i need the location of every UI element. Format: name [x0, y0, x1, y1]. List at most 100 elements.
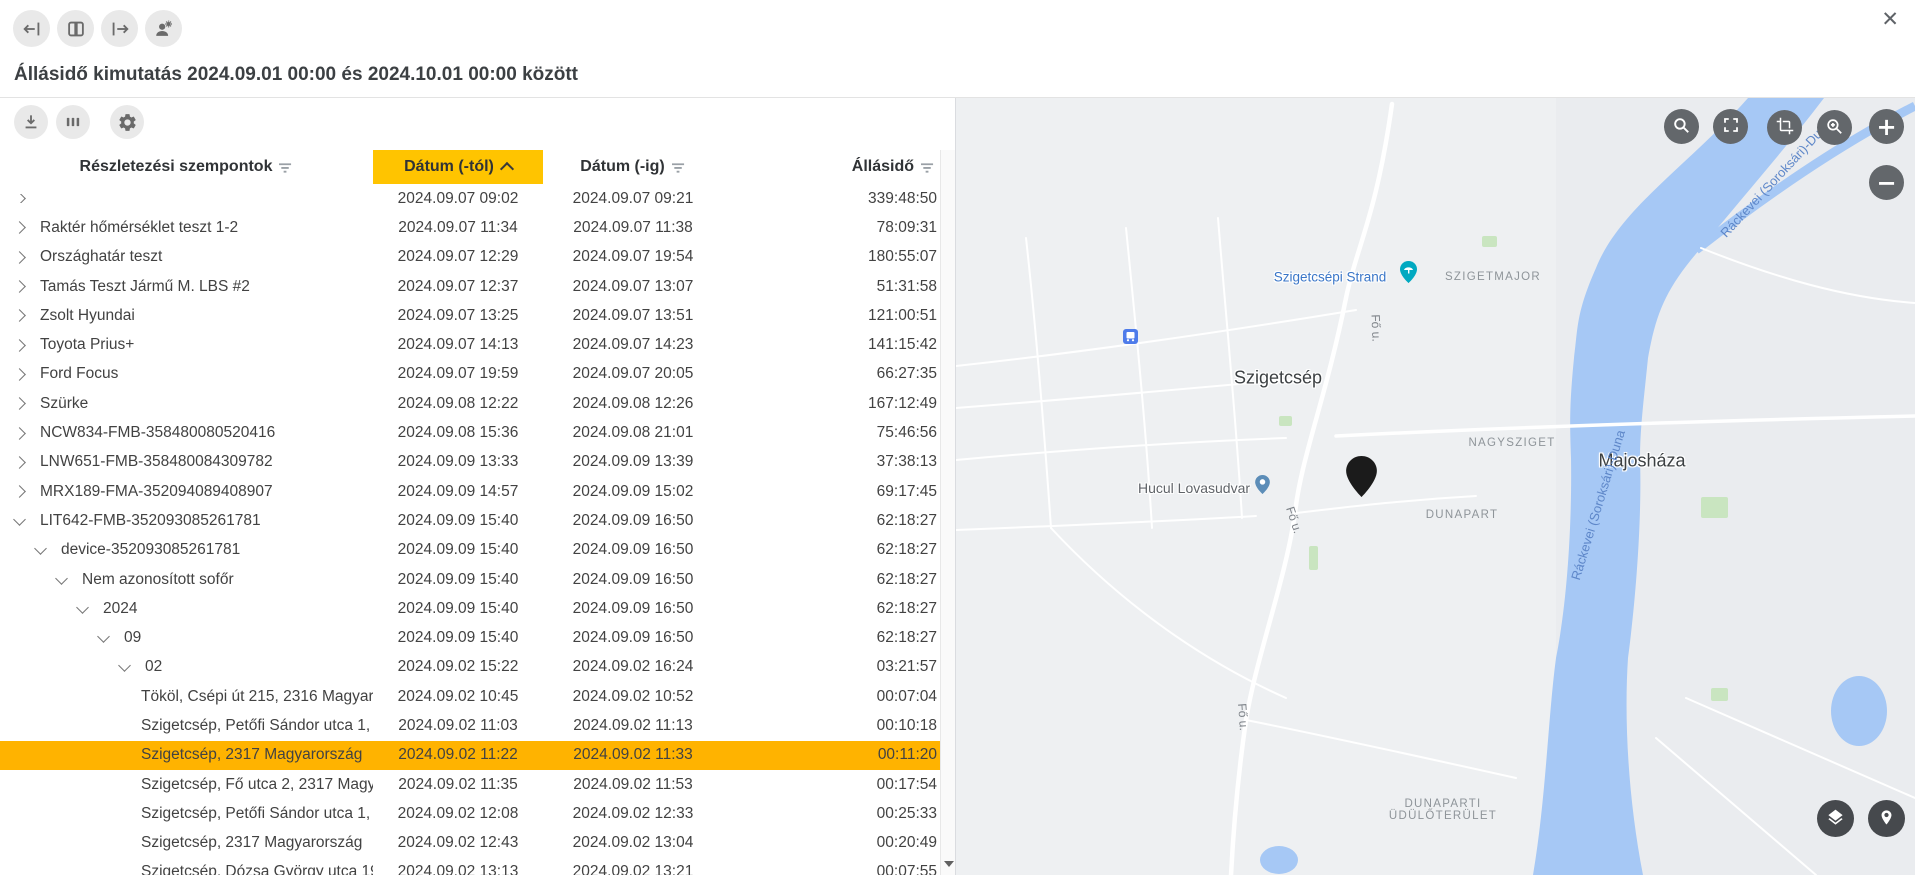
expander-chevron-icon[interactable] — [15, 458, 40, 467]
map-zoom-out-button[interactable]: − — [1869, 165, 1904, 200]
table-row[interactable]: Szigetcsép, 2317 Magyarország 2024.09.02… — [0, 741, 941, 770]
column-header-idle-time[interactable]: Állásidő — [723, 150, 941, 184]
arrow-to-bar-left-icon — [21, 18, 43, 40]
map-zoom-in-button[interactable]: + — [1869, 109, 1904, 144]
table-row[interactable]: Szigetcsép, 2317 Magyarország 2024.09.02… — [0, 829, 941, 858]
download-icon — [21, 112, 41, 132]
row-date-to: 2024.09.02 10:52 — [543, 688, 723, 706]
row-label: Toyota Prius+ — [40, 336, 134, 354]
column-header-details[interactable]: Részletezési szempontok — [0, 150, 373, 184]
table-row[interactable]: Tamás Teszt Jármű M. LBS #2 2024.09.07 1… — [0, 272, 941, 301]
expander-chevron-icon[interactable] — [15, 282, 40, 291]
table-row[interactable]: Zsolt Hyundai 2024.09.07 13:25 2024.09.0… — [0, 301, 941, 330]
row-label: 2024 — [103, 600, 137, 618]
table-row[interactable]: NCW834-FMB-358480080520416 2024.09.08 15… — [0, 418, 941, 447]
map-search-button[interactable] — [1664, 109, 1699, 144]
table-row[interactable]: Ford Focus 2024.09.07 19:59 2024.09.07 2… — [0, 360, 941, 389]
row-label: 09 — [124, 629, 141, 647]
table-row[interactable]: Raktér hőmérséklet teszt 1-2 2024.09.07 … — [0, 213, 941, 242]
table-row[interactable]: LIT642-FMB-352093085261781 2024.09.09 15… — [0, 506, 941, 535]
table-row[interactable]: Toyota Prius+ 2024.09.07 14:13 2024.09.0… — [0, 330, 941, 359]
map-crop-button[interactable] — [1767, 110, 1802, 145]
row-date-to: 2024.09.08 12:26 — [543, 395, 723, 413]
user-settings-button[interactable] — [145, 10, 182, 47]
expander-chevron-icon[interactable] — [120, 664, 145, 670]
expander-chevron-icon[interactable] — [15, 253, 40, 262]
expander-chevron-icon[interactable] — [99, 635, 124, 641]
row-date-to: 2024.09.02 13:04 — [543, 834, 723, 852]
expander-chevron-icon[interactable] — [15, 223, 40, 232]
table-row[interactable]: 2024.09.07 09:02 2024.09.07 09:21 339:48… — [0, 184, 941, 213]
beach-poi-icon[interactable] — [1400, 261, 1417, 288]
columns-button[interactable] — [56, 105, 90, 139]
row-date-to: 2024.09.02 13:21 — [543, 863, 723, 875]
row-idle-time: 339:48:50 — [723, 190, 941, 208]
row-idle-time: 00:20:49 — [723, 834, 941, 852]
map-base — [956, 98, 1915, 875]
close-button[interactable]: ✕ — [1875, 8, 1905, 31]
report-panel: Részletezési szempontok Dátum (-tól) Dát… — [0, 98, 956, 875]
table-row[interactable]: Szürke 2024.09.08 12:22 2024.09.08 12:26… — [0, 389, 941, 418]
topbar: Állásidő kimutatás 2024.09.01 00:00 és 2… — [0, 0, 1915, 98]
table-row[interactable]: Szigetcsép, Fő utca 2, 2317 Magy 2024.09… — [0, 770, 941, 799]
scroll-down-icon[interactable] — [944, 861, 954, 867]
expander-chevron-icon[interactable] — [15, 194, 40, 203]
table-row[interactable]: Tököl, Csépi út 215, 2316 Magyar 2024.09… — [0, 682, 941, 711]
row-date-from: 2024.09.09 13:33 — [373, 453, 543, 471]
row-date-from: 2024.09.09 15:40 — [373, 571, 543, 589]
riding-poi-icon[interactable] — [1255, 475, 1270, 499]
columns-icon — [63, 112, 83, 132]
row-label: Országhatár teszt — [40, 248, 162, 266]
download-button[interactable] — [14, 105, 48, 139]
expand-right-button[interactable] — [101, 10, 138, 47]
table-row[interactable]: Nem azonosított sofőr 2024.09.09 15:40 2… — [0, 565, 941, 594]
row-date-to: 2024.09.07 13:51 — [543, 307, 723, 325]
expander-chevron-icon[interactable] — [36, 547, 61, 553]
expander-chevron-icon[interactable] — [15, 429, 40, 438]
table-row[interactable]: Országhatár teszt 2024.09.07 12:29 2024.… — [0, 243, 941, 272]
map-marker-tool-button[interactable] — [1868, 800, 1905, 837]
map-marker-pin[interactable] — [1346, 456, 1377, 502]
map-zoom-lens-button[interactable] — [1817, 110, 1852, 145]
row-idle-time: 141:15:42 — [723, 336, 941, 354]
sort-asc-icon — [500, 162, 514, 176]
expander-chevron-icon[interactable] — [15, 311, 40, 320]
table-row[interactable]: Szigetcsép, Petőfi Sándor utca 1, 2024.0… — [0, 799, 941, 828]
row-label: Raktér hőmérséklet teszt 1-2 — [40, 219, 238, 237]
panel-view-button[interactable] — [57, 10, 94, 47]
map-canvas[interactable]: Szigetcsépi StrandSZIGETMAJORSzigetcsépN… — [956, 98, 1915, 875]
row-idle-time: 180:55:07 — [723, 248, 941, 266]
table-row[interactable]: MRX189-FMA-352094089408907 2024.09.09 14… — [0, 477, 941, 506]
expander-chevron-icon[interactable] — [15, 341, 40, 350]
column-header-date-from[interactable]: Dátum (-tól) — [373, 150, 543, 184]
row-date-from: 2024.09.08 12:22 — [373, 395, 543, 413]
collapse-left-button[interactable] — [13, 10, 50, 47]
row-label: NCW834-FMB-358480080520416 — [40, 424, 275, 442]
row-idle-time: 03:21:57 — [723, 658, 941, 676]
map-fullscreen-button[interactable] — [1713, 109, 1748, 144]
table-row[interactable]: 02 2024.09.02 15:22 2024.09.02 16:24 03:… — [0, 653, 941, 682]
gear-icon — [117, 112, 138, 133]
settings-button[interactable] — [110, 105, 144, 139]
row-date-to: 2024.09.09 16:50 — [543, 600, 723, 618]
table-row[interactable]: device-352093085261781 2024.09.09 15:40 … — [0, 536, 941, 565]
expander-chevron-icon[interactable] — [15, 399, 40, 408]
expander-chevron-icon[interactable] — [15, 487, 40, 496]
table-row[interactable]: 09 2024.09.09 15:40 2024.09.09 16:50 62:… — [0, 623, 941, 652]
map-layers-button[interactable] — [1817, 800, 1854, 837]
table-scrollbar[interactable] — [940, 150, 955, 875]
column-header-date-to[interactable]: Dátum (-ig) — [543, 150, 723, 184]
bus-stop-icon[interactable] — [1123, 329, 1138, 349]
row-idle-time: 62:18:27 — [723, 600, 941, 618]
expander-chevron-icon[interactable] — [57, 577, 82, 583]
row-idle-time: 00:25:33 — [723, 805, 941, 823]
expander-chevron-icon[interactable] — [15, 370, 40, 379]
table-row[interactable]: Szigetcsép, Dózsa György utca 19 2024.09… — [0, 858, 941, 875]
table-row[interactable]: Szigetcsép, Petőfi Sándor utca 1, 2024.0… — [0, 711, 941, 740]
expander-chevron-icon[interactable] — [15, 518, 40, 524]
table-row[interactable]: LNW651-FMB-358480084309782 2024.09.09 13… — [0, 448, 941, 477]
expander-chevron-icon[interactable] — [78, 606, 103, 612]
table-row[interactable]: 2024 2024.09.09 15:40 2024.09.09 16:50 6… — [0, 594, 941, 623]
row-date-to: 2024.09.09 16:50 — [543, 512, 723, 530]
user-gear-icon — [153, 18, 175, 40]
